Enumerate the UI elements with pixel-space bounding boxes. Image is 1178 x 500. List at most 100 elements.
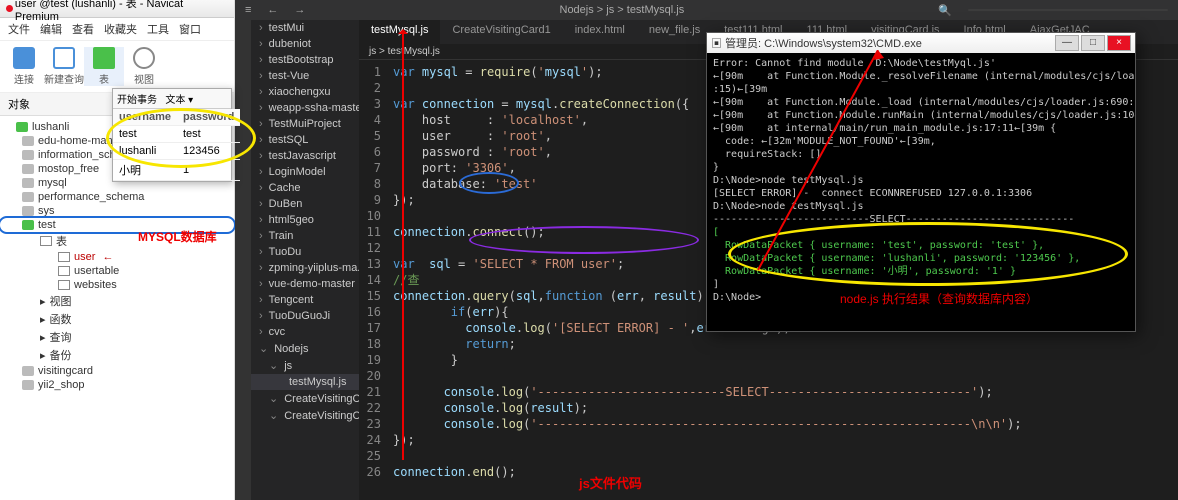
- editor-tab[interactable]: new_file.js: [637, 20, 712, 44]
- file-tree-item[interactable]: Nodejs: [251, 340, 359, 357]
- fwd-icon[interactable]: →: [294, 4, 305, 16]
- table-icon: [58, 252, 70, 262]
- cmd-window[interactable]: ▣ 管理员: C:\Windows\system32\CMD.exe — □ ×…: [706, 32, 1136, 332]
- begin-trans-button[interactable]: 开始事务: [117, 95, 157, 106]
- tab-objects[interactable]: 对象: [8, 96, 30, 112]
- activity-bar[interactable]: [235, 20, 251, 500]
- editor-tab[interactable]: CreateVisitingCard1: [440, 20, 562, 44]
- annotation-js: js文件代码: [579, 473, 642, 492]
- app-icon: [6, 5, 13, 12]
- view-button[interactable]: 视图: [124, 47, 164, 86]
- file-tree-item[interactable]: CreateVisitingCard: [251, 390, 359, 407]
- col-password[interactable]: password: [177, 109, 240, 126]
- db-icon: [22, 220, 34, 230]
- new-query-icon: [53, 47, 75, 69]
- cmd-output[interactable]: Error: Cannot find module 'D:\Node\testM…: [707, 53, 1135, 308]
- table-usertable[interactable]: usertable: [0, 264, 234, 278]
- table-row: lushanli123456: [113, 143, 240, 160]
- back-icon[interactable]: ←: [267, 4, 278, 16]
- file-tree-item[interactable]: TuoDu: [251, 244, 359, 260]
- menu-tools[interactable]: 工具: [147, 21, 169, 37]
- connection-icon: [16, 122, 28, 132]
- data-grid[interactable]: usernamepassword testtest lushanli123456…: [113, 109, 240, 181]
- table-icon: [93, 47, 115, 69]
- cmd-titlebar[interactable]: ▣ 管理员: C:\Windows\system32\CMD.exe — □ ×: [707, 33, 1135, 53]
- db-icon: [22, 366, 34, 376]
- file-tree-item[interactable]: TestMuiProject: [251, 116, 359, 132]
- file-tree-item[interactable]: TuoDuGuoJi: [251, 308, 359, 324]
- table-row: testtest: [113, 126, 240, 143]
- file-tree-item[interactable]: Train: [251, 228, 359, 244]
- file-tree-item[interactable]: html5geo: [251, 212, 359, 228]
- backup-folder[interactable]: ▸ 备份: [0, 346, 234, 364]
- file-tree-item[interactable]: xiaochengxu: [251, 84, 359, 100]
- search-icon[interactable]: 🔍: [938, 4, 952, 17]
- menu-file[interactable]: 文件: [8, 21, 30, 37]
- db-item[interactable]: sys: [0, 204, 234, 218]
- file-tree-item[interactable]: testMysql.js: [251, 374, 359, 390]
- menu-edit[interactable]: 编辑: [40, 21, 62, 37]
- file-tree-item[interactable]: testSQL: [251, 132, 359, 148]
- file-tree-item[interactable]: weapp-ssha-master: [251, 100, 359, 116]
- navicat-window: user @test (lushanli) - 表 - Navicat Prem…: [0, 0, 235, 500]
- title-text: user @test (lushanli) - 表 - Navicat Prem…: [15, 0, 228, 23]
- new-query-button[interactable]: 新建查询: [44, 47, 84, 86]
- db-icon: [22, 178, 34, 188]
- editor-tab[interactable]: index.html: [563, 20, 637, 44]
- maximize-button[interactable]: □: [1081, 35, 1105, 51]
- file-tree-item[interactable]: CreateVisitingCard1: [251, 407, 359, 424]
- file-tree-item[interactable]: dubeniot: [251, 36, 359, 52]
- minimize-button[interactable]: —: [1055, 35, 1079, 51]
- editor-tab[interactable]: testMysql.js: [359, 20, 440, 44]
- col-username[interactable]: username: [113, 109, 177, 126]
- views-folder[interactable]: ▸ 视图: [0, 292, 234, 310]
- table-row: 小明1: [113, 160, 240, 181]
- data-grid-window[interactable]: 开始事务 文本 ▾ usernamepassword testtest lush…: [112, 88, 232, 182]
- fx-folder[interactable]: ▸ 函数: [0, 310, 234, 328]
- file-tree-item[interactable]: zpming-yiiplus-ma...: [251, 260, 359, 276]
- connect-button[interactable]: 连接: [4, 47, 44, 86]
- db-icon: [22, 136, 34, 146]
- db-icon: [22, 206, 34, 216]
- table-icon: [58, 280, 70, 290]
- table-user[interactable]: user ←: [0, 250, 234, 264]
- file-explorer: testMuidubeniottestBootstraptest-Vuexiao…: [251, 20, 359, 500]
- db-item[interactable]: performance_schema: [0, 190, 234, 204]
- file-tree-item[interactable]: testBootstrap: [251, 52, 359, 68]
- file-tree-item[interactable]: js: [251, 357, 359, 374]
- db-icon: [22, 192, 34, 202]
- view-icon: [133, 47, 155, 69]
- db-icon: [22, 380, 34, 390]
- menu-fav[interactable]: 收藏夹: [104, 21, 137, 37]
- file-tree-item[interactable]: Tengcent: [251, 292, 359, 308]
- text-dropdown[interactable]: 文本 ▾: [165, 95, 193, 106]
- file-tree-item[interactable]: testMui: [251, 20, 359, 36]
- db-item[interactable]: yii2_shop: [0, 378, 234, 392]
- grid-toolbar: 开始事务 文本 ▾: [113, 89, 231, 109]
- file-tree-item[interactable]: LoginModel: [251, 164, 359, 180]
- search-input[interactable]: [968, 9, 1168, 11]
- file-tree-item[interactable]: Cache: [251, 180, 359, 196]
- close-button[interactable]: ×: [1107, 35, 1131, 51]
- file-tree-item[interactable]: test-Vue: [251, 68, 359, 84]
- navicat-titlebar[interactable]: user @test (lushanli) - 表 - Navicat Prem…: [0, 0, 234, 18]
- file-tree-item[interactable]: cvc: [251, 324, 359, 340]
- table-websites[interactable]: websites: [0, 278, 234, 292]
- toolbar: 连接 新建查询 表 视图: [0, 41, 234, 93]
- file-tree-item[interactable]: vue-demo-master: [251, 276, 359, 292]
- file-tree-item[interactable]: DuBen: [251, 196, 359, 212]
- menu-view[interactable]: 查看: [72, 21, 94, 37]
- db-item[interactable]: visitingcard: [0, 364, 234, 378]
- menu-window[interactable]: 窗口: [179, 21, 201, 37]
- table-button[interactable]: 表: [84, 47, 124, 86]
- file-tree-item[interactable]: testJavascript: [251, 148, 359, 164]
- annotation-mysql: MYSQL数据库: [138, 228, 217, 245]
- hamburger-icon[interactable]: ≡: [245, 4, 251, 16]
- query-folder[interactable]: ▸ 查询: [0, 328, 234, 346]
- connect-icon: [13, 47, 35, 69]
- breadcrumb[interactable]: Nodejs > js > testMysql.js: [321, 4, 922, 16]
- vscode-titlebar[interactable]: ≡ ← → Nodejs > js > testMysql.js 🔍: [235, 0, 1178, 20]
- table-icon: [58, 266, 70, 276]
- db-icon: [22, 164, 34, 174]
- folder-icon: [40, 236, 52, 246]
